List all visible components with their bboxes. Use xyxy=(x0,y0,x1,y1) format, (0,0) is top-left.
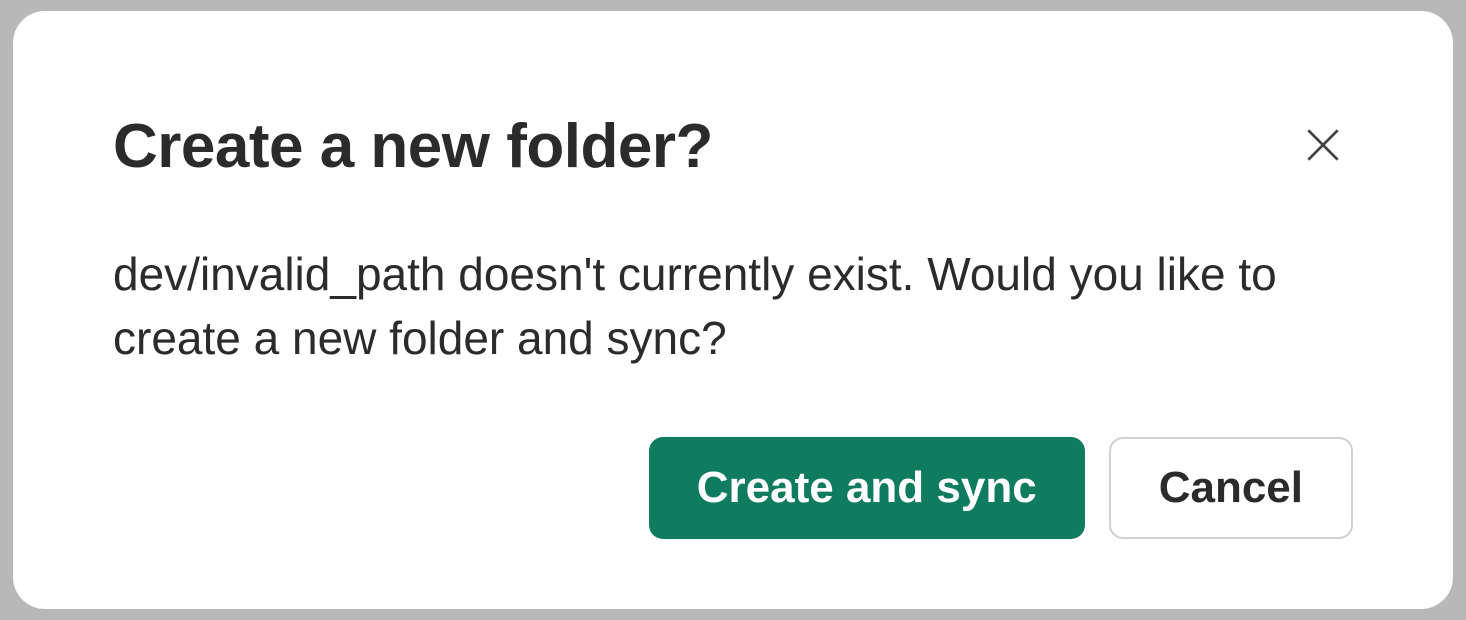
dialog-header: Create a new folder? xyxy=(113,111,1353,182)
close-button[interactable] xyxy=(1293,115,1353,178)
dialog-title: Create a new folder? xyxy=(113,111,713,182)
create-and-sync-button[interactable]: Create and sync xyxy=(649,437,1085,539)
dialog-body: dev/invalid_path doesn't currently exist… xyxy=(113,242,1353,397)
cancel-button[interactable]: Cancel xyxy=(1109,437,1353,539)
create-folder-dialog: Create a new folder? dev/invalid_path do… xyxy=(13,11,1453,609)
dialog-footer: Create and sync Cancel xyxy=(113,437,1353,539)
close-icon xyxy=(1301,123,1345,170)
